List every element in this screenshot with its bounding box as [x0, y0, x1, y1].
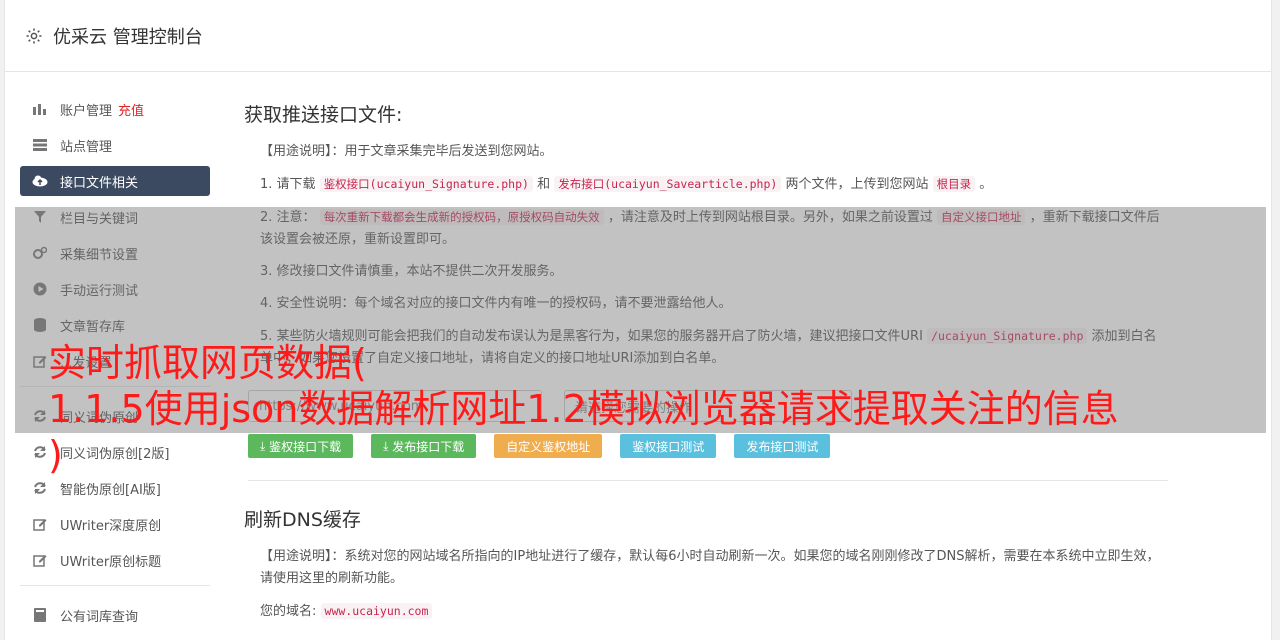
- sidebar-divider: [20, 585, 210, 586]
- edit-icon: [32, 516, 48, 532]
- instruction-1: 1. 请下载 鉴权接口(ucaiyun_Signature.php) 和 发布接…: [260, 173, 1164, 196]
- edit-icon: [32, 552, 48, 568]
- sidebar-item-label: 接口文件相关: [60, 175, 139, 191]
- app-title: 优采云 管理控制台: [53, 26, 203, 48]
- code-root: 根目录: [932, 176, 976, 192]
- refresh-icon: [32, 444, 48, 460]
- sidebar-item-label: 公有词库查询: [60, 609, 139, 625]
- gear-icon[interactable]: [25, 27, 43, 45]
- code-savearticle: 发布接口(ucaiyun_Savearticle.php): [554, 176, 782, 192]
- refresh-icon: [32, 480, 48, 496]
- usage-note: 【用途说明】：用于文章采集完毕后发送到您网站。: [260, 141, 1164, 163]
- usage-label: 【用途说明】: [260, 549, 332, 564]
- text: 。: [979, 177, 993, 192]
- sidebar-item-uwriter-deep[interactable]: UWriter深度原创: [20, 509, 210, 539]
- usage-text: ：用于文章采集完毕后发送到您网站。: [331, 144, 553, 159]
- sidebar-item-label: UWriter深度原创: [60, 518, 162, 534]
- text: 和: [537, 177, 551, 192]
- watermark-line: 实时抓取网页数据(: [48, 341, 367, 385]
- dns-usage-note: 【用途说明】：系统对您的网站域名所指向的IP地址进行了缓存，默认每6小时自动刷新…: [260, 546, 1164, 590]
- recharge-link[interactable]: 充值: [118, 100, 144, 119]
- bar-chart-icon: [32, 101, 48, 117]
- server-icon: [32, 137, 48, 153]
- usage-text: ：系统对您的网站域名所指向的IP地址进行了缓存，默认每6小时自动刷新一次。如果您…: [260, 549, 1160, 586]
- watermark-overlay-text: 实时抓取网页数据( 1.1.5使用json数据解析网址1.2模拟浏览器请求提取关…: [48, 340, 1248, 478]
- text: 1. 请下载: [260, 177, 316, 192]
- section-divider: [248, 480, 1168, 481]
- text: 两个文件，上传到您网站: [785, 177, 929, 192]
- sidebar-item-label: 智能伪原创[AI版]: [60, 482, 161, 498]
- top-bar: 优采云 管理控制台: [5, 0, 1271, 72]
- sidebar-item-label: 站点管理: [60, 139, 113, 155]
- code-signature: 鉴权接口(ucaiyun_Signature.php): [319, 176, 533, 192]
- section-title-dns: 刷新DNS缓存: [244, 509, 361, 531]
- domain-label: 您的域名:: [260, 604, 317, 619]
- section-title-interface: 获取推送接口文件:: [244, 104, 403, 126]
- sidebar-item-label: 账户管理: [60, 103, 113, 119]
- book-icon: [32, 607, 48, 623]
- sidebar-item-account[interactable]: 账户管理 充值: [20, 94, 210, 124]
- usage-label: 【用途说明】: [260, 144, 332, 159]
- sidebar-item-interface-files[interactable]: 接口文件相关: [20, 166, 210, 196]
- watermark-line: 1.1.5使用json数据解析网址1.2模拟浏览器请求提取关注的信息: [48, 387, 1119, 431]
- sidebar-item-uwriter-title[interactable]: UWriter原创标题: [20, 545, 210, 575]
- sidebar-item-public-lexicon[interactable]: 公有词库查询: [20, 600, 210, 630]
- cloud-upload-icon: [32, 173, 48, 189]
- domain-row: 您的域名: www.ucaiyun.com: [260, 600, 1164, 623]
- sidebar-item-label: UWriter原创标题: [60, 554, 162, 570]
- watermark-line: ): [48, 433, 63, 477]
- domain-value: www.ucaiyun.com: [320, 603, 433, 619]
- sidebar-item-sites[interactable]: 站点管理: [20, 130, 210, 160]
